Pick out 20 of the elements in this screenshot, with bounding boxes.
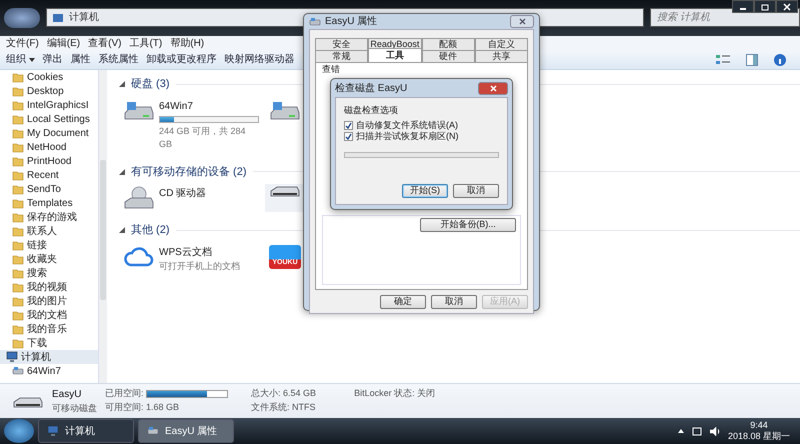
drive-name: EasyU — [52, 388, 82, 402]
drive-info: 244 GB 可用，共 284 GB — [159, 124, 247, 151]
drive-info: 可打开手机上的文档 — [159, 260, 240, 272]
field-value: 1.68 GB — [146, 400, 180, 414]
drive-name: WPS云文档 — [159, 246, 213, 260]
dialog-title: EasyU 属性 — [325, 14, 378, 29]
field-value: 关闭 — [417, 387, 436, 400]
field-label: BitLocker 状态: — [354, 387, 415, 400]
drive-type: 可移动磁盘 — [52, 402, 97, 415]
dialog-title: 检查磁盘 EasyU — [335, 82, 408, 96]
group-label: 查错 — [322, 63, 341, 76]
drive-name: CD 驱动器 — [159, 187, 206, 201]
field-label: 总大小: — [251, 387, 281, 400]
field-label: 可用空间: — [105, 400, 144, 414]
field-value: NTFS — [292, 400, 316, 414]
field-label: 文件系统: — [251, 400, 290, 414]
field-value: 6.54 GB — [283, 387, 316, 400]
field-label: 已用空间: — [105, 387, 144, 400]
section-label: 磁盘检查选项 — [344, 104, 399, 117]
drive-name: 64Win7 — [159, 100, 194, 114]
